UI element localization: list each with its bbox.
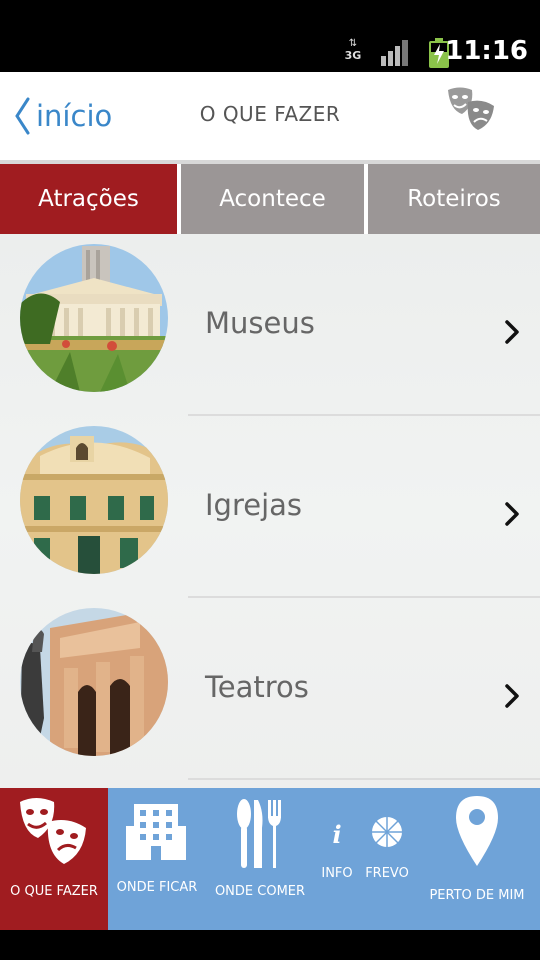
nav-onde-comer[interactable]: ONDE COMER (206, 788, 314, 930)
chevron-right-icon (505, 320, 519, 344)
nav-label: PERTO DE MIM (429, 888, 525, 903)
umbrella-icon (372, 817, 402, 847)
list-divider (188, 778, 540, 780)
theater-masks-icon[interactable] (444, 84, 498, 138)
bottom-edge (0, 930, 540, 960)
nav-label: INFO (321, 866, 353, 881)
list-item-label: Teatros (205, 670, 309, 704)
tab-roteiros[interactable]: Roteiros (368, 164, 540, 234)
signal-icon (381, 40, 408, 66)
church-thumbnail (20, 426, 168, 574)
chevron-right-icon (505, 502, 519, 526)
nav-frevo[interactable]: FREVO (360, 788, 414, 930)
status-bar: ⇅ 3G 11:16 (0, 0, 540, 72)
cutlery-icon (237, 799, 281, 868)
nav-label: ONDE FICAR (116, 880, 198, 895)
tab-acontece[interactable]: Acontece (181, 164, 364, 234)
nav-onde-ficar[interactable]: ONDE FICAR (108, 788, 206, 930)
theater-masks-icon (20, 798, 86, 864)
chevron-right-icon (505, 684, 519, 708)
theater-thumbnail (20, 608, 168, 756)
header: início O QUE FAZER (0, 72, 540, 160)
building-icon (126, 804, 186, 860)
nav-perto-de-mim[interactable]: PERTO DE MIM (414, 788, 540, 930)
nav-label: O QUE FAZER (10, 884, 98, 899)
list-item-museus[interactable]: Museus (0, 234, 540, 416)
nav-o-que-fazer[interactable]: O QUE FAZER (0, 788, 108, 930)
network-3g-icon: ⇅ 3G (344, 38, 362, 62)
list-item-teatros[interactable]: Teatros (0, 598, 540, 780)
list-item-label: Museus (205, 306, 315, 340)
info-icon: i (332, 820, 342, 849)
clock: 11:16 (445, 36, 528, 66)
attractions-list: Museus Igrejas Teatros (0, 234, 540, 788)
nav-label: ONDE COMER (214, 884, 306, 899)
nav-info[interactable]: i INFO (314, 788, 360, 930)
tab-atracoes[interactable]: Atrações (0, 164, 177, 234)
list-item-igrejas[interactable]: Igrejas (0, 416, 540, 598)
list-item-label: Igrejas (205, 488, 303, 522)
tab-bar: Atrações Acontece Roteiros (0, 164, 540, 234)
nav-label: FREVO (365, 866, 409, 881)
bottom-navigation: O QUE FAZER ONDE FICAR ONDE COMER i INFO… (0, 788, 540, 930)
museum-thumbnail (20, 244, 168, 392)
location-pin-icon (456, 796, 498, 866)
